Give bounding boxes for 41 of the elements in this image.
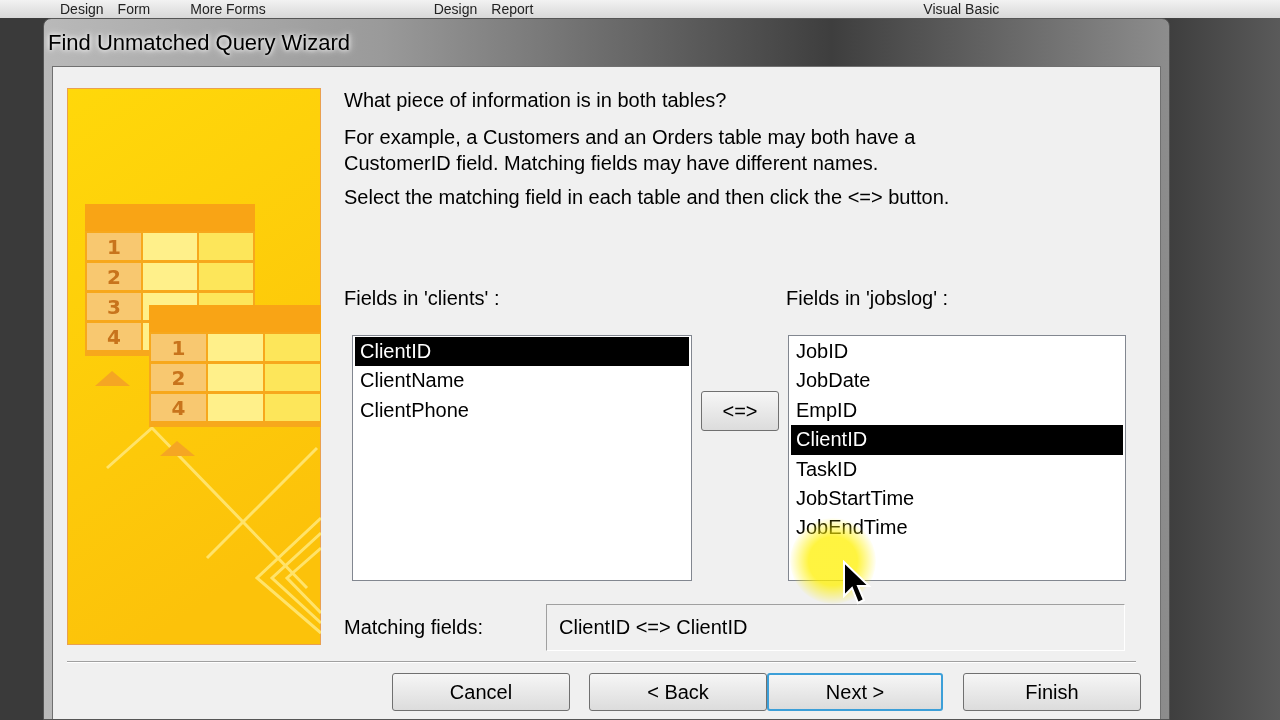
triangle-icon [160,441,195,456]
match-button[interactable]: <=> [701,391,779,431]
ribbon-label[interactable]: Visual Basic [923,0,1000,18]
ribbon-label[interactable]: More Forms [190,0,266,18]
row-number: 4 [171,396,186,420]
ribbon-label[interactable]: Design [60,0,104,18]
back-button[interactable]: < Back [589,673,767,711]
ribbon-label[interactable]: Design [433,0,478,18]
cursor-icon [842,560,872,606]
field-label: Matching fields: [344,616,484,639]
description-text: For example, a Customers and an Orders table may both have a CustomerID field. Matching fields may have different names. [344,125,917,176]
row-number: 1 [171,336,186,360]
ribbon-label[interactable]: Form [117,0,151,18]
row-number: 4 [107,325,121,349]
list-item[interactable]: JobEndTime [791,513,1123,543]
ribbon-label[interactable]: Report [491,0,534,18]
instruction-text: Select the matching field in each table and then click the <=> button. [344,185,951,210]
list-item[interactable]: JobDate [791,366,1123,396]
list-item[interactable]: EmpID [791,395,1123,426]
list-item[interactable]: ClientID [355,337,689,367]
list-item[interactable]: TaskID [791,454,1123,484]
row-number: 2 [107,265,121,289]
field-list[interactable]: ClientID ClientName ClientPhone [352,335,692,581]
list-item[interactable]: JobID [791,337,1123,367]
field-list[interactable]: JobID JobDate EmpID ClientID TaskID JobStartTime JobEndTime [788,335,1126,581]
window-title: Find Unmatched Query Wizard [48,29,350,56]
list-item[interactable]: ClientID [791,425,1123,455]
list-item[interactable]: ClientPhone [355,395,689,426]
list-label: Fields in 'clients' : [344,286,501,311]
list-item[interactable]: ClientName [355,366,689,396]
question-text: What piece of information is in both tables? [344,88,728,112]
list-label: Fields in 'jobslog' : [786,286,949,311]
row-number: 2 [171,366,186,390]
cancel-button[interactable]: Cancel [392,673,570,711]
list-item[interactable]: JobStartTime [791,483,1123,514]
row-number: 3 [107,295,121,319]
matching-fields-text: ClientID <=> ClientID [559,616,748,639]
finish-button[interactable]: Finish [963,673,1141,711]
row-number: 1 [107,235,121,259]
next-button[interactable]: Next > [767,673,943,711]
triangle-icon [95,371,130,386]
